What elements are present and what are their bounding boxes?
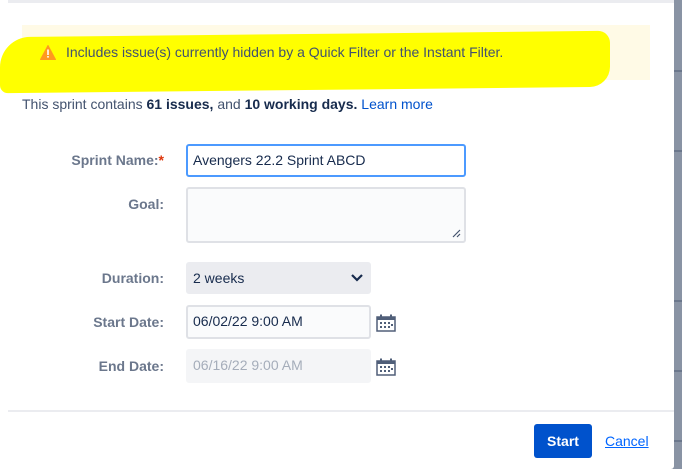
summary-middle: and xyxy=(213,96,245,112)
start-button[interactable]: Start xyxy=(534,424,592,458)
warning-message: Includes issue(s) currently hidden by a … xyxy=(40,44,503,60)
chevron-down-icon xyxy=(351,274,363,282)
summary-prefix: This sprint contains xyxy=(22,96,147,112)
background-page xyxy=(674,0,682,469)
required-mark: * xyxy=(158,152,164,168)
start-sprint-dialog: Includes issue(s) currently hidden by a … xyxy=(0,0,674,469)
sprint-summary: This sprint contains 61 issues, and 10 w… xyxy=(22,96,433,112)
calendar-icon[interactable] xyxy=(376,358,396,376)
duration-label: Duration: xyxy=(101,270,164,286)
working-days: 10 working days. xyxy=(244,96,358,112)
highlight-mark xyxy=(0,30,610,94)
top-divider xyxy=(8,0,674,3)
start-date-label: Start Date: xyxy=(93,314,164,330)
duration-select[interactable]: 2 weeks xyxy=(186,262,371,294)
end-date-input[interactable]: 06/16/22 9:00 AM xyxy=(186,349,371,383)
sprint-name-label: Sprint Name:* xyxy=(71,152,164,168)
sprint-name-input[interactable]: Avengers 22.2 Sprint ABCD xyxy=(186,144,466,177)
footer-divider xyxy=(8,410,674,412)
warning-text: Includes issue(s) currently hidden by a … xyxy=(66,44,504,60)
duration-value: 2 weeks xyxy=(193,270,245,286)
cancel-link[interactable]: Cancel xyxy=(605,433,649,449)
issue-count: 61 issues, xyxy=(146,96,214,112)
resize-handle-icon[interactable] xyxy=(452,229,461,238)
calendar-icon[interactable] xyxy=(376,314,396,332)
learn-more-link[interactable]: Learn more xyxy=(361,96,433,112)
start-date-input[interactable]: 06/02/22 9:00 AM xyxy=(186,305,371,339)
end-date-label: End Date: xyxy=(98,358,164,374)
goal-label: Goal: xyxy=(128,196,164,212)
goal-textarea[interactable] xyxy=(186,187,466,243)
warning-icon xyxy=(40,44,56,60)
